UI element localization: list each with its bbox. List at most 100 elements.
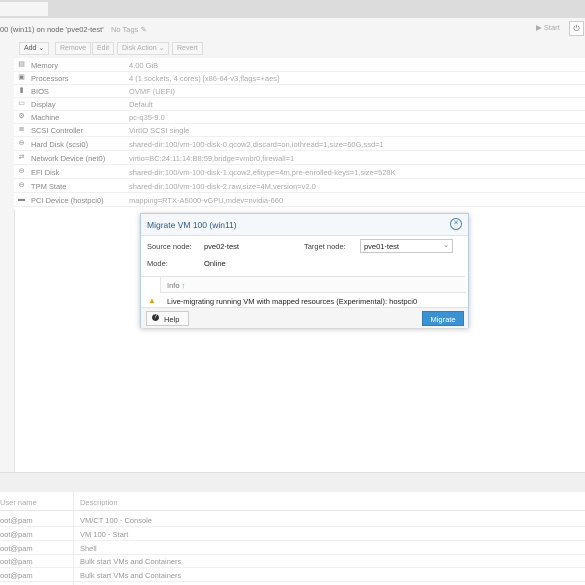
harddisk-icon: ⊖ [18, 168, 25, 175]
target-node-select[interactable]: pve01-test ⌄ [360, 239, 453, 253]
help-button[interactable]: ? Help [146, 311, 189, 326]
migrate-label: Migrate [430, 315, 456, 324]
pencil-icon: ✎ [140, 25, 147, 34]
dialog-title: Migrate VM 100 (win11) [147, 220, 237, 230]
task-user: oot@pam [0, 571, 33, 580]
task-log: User name Description oot@pam VM/CT 100 … [0, 492, 585, 585]
bios-icon: ▮ [19, 87, 24, 94]
revert-button[interactable]: Revert [172, 42, 203, 55]
disk-action-button[interactable]: Disk Action ⌄ [117, 42, 170, 55]
migrate-dialog: Migrate VM 100 (win11) ✕ Source node: pv… [140, 213, 469, 328]
edit-button[interactable]: Edit [92, 42, 115, 55]
table-row[interactable]: oot@pam Bulk start VMs and Containers [0, 554, 585, 568]
task-description: Shell [80, 544, 97, 553]
table-row[interactable]: oot@pam VM/CT 100 - Console [0, 513, 585, 527]
sort-ascending-icon: ↑ [181, 281, 186, 290]
hardware-key: Display [31, 100, 56, 109]
hardware-value: shared-dir:100/vm-100-disk-2.raw,size=4M… [129, 182, 316, 191]
hardware-key: Hard Disk (scsi0) [31, 140, 89, 149]
info-header-label: Info [167, 281, 180, 290]
start-button[interactable]: ▶ Start [536, 23, 560, 32]
panel-splitter[interactable] [0, 472, 585, 493]
vm-title-bar: 00 (win11) on node 'pve02-test' No Tags … [0, 18, 585, 41]
hardware-value: Default [129, 100, 153, 109]
remove-button[interactable]: Remove [55, 42, 92, 55]
hardware-list: ▤ Memory 4.00 GiB ▣ Processors 4 (1 sock… [14, 58, 585, 210]
hardware-value: shared-dir:100/vm-100-disk-1.qcow2,efity… [129, 168, 396, 177]
hardware-value: OVMF (UEFI) [129, 87, 175, 96]
warning-icon: ▲ [148, 296, 156, 305]
power-icon[interactable]: ⏻ [569, 21, 584, 36]
chevron-down-icon: ⌄ [443, 242, 449, 249]
hardware-row-processors[interactable]: ▣ Processors 4 (1 sockets, 4 cores) [x86… [14, 72, 585, 85]
info-message: Live-migrating running VM with mapped re… [167, 297, 418, 306]
table-row[interactable]: oot@pam Shell [0, 541, 585, 555]
hardware-row-machine[interactable]: ⚙ Machine pc-q35-9.0 [14, 111, 585, 124]
migrate-button[interactable]: Migrate [422, 311, 464, 326]
mode-label: Mode: [147, 259, 168, 268]
mode-value: Online [204, 259, 226, 268]
gears-icon: ⚙ [18, 113, 25, 120]
cpu-icon: ▣ [18, 74, 25, 81]
target-node-value: pve01-test [364, 242, 400, 251]
hardware-row-memory[interactable]: ▤ Memory 4.00 GiB [14, 59, 585, 72]
hardware-row-tpm-state[interactable]: ⊖ TPM State shared-dir:100/vm-100-disk-2… [14, 180, 585, 193]
top-bar [0, 0, 585, 18]
column-header-user[interactable]: User name [0, 498, 37, 507]
hardware-value: shared-dir:100/vm-100-disk-0.qcow2,disca… [129, 140, 384, 149]
hardware-value: VirtIO SCSI single [129, 126, 190, 135]
help-label: Help [164, 315, 180, 324]
hardware-value: 4.00 GiB [129, 61, 159, 70]
dialog-header[interactable]: Migrate VM 100 (win11) ✕ [141, 214, 468, 236]
hardware-row-efi-disk[interactable]: ⊖ EFI Disk shared-dir:100/vm-100-disk-1.… [14, 166, 585, 179]
table-row[interactable]: oot@pam VM 100 - Start [0, 527, 585, 541]
hardware-toolbar: Add ⌄ Remove Edit Disk Action ⌄ Revert [0, 40, 585, 57]
hardware-value: pc-q35-9.0 [129, 113, 165, 122]
vm-title: 00 (win11) on node 'pve02-test' [0, 25, 104, 34]
tags-label: No Tags [111, 25, 139, 34]
add-label: Add [24, 45, 37, 52]
hardware-row-network[interactable]: ⇄ Network Device (net0) virtio=BC:24:11:… [14, 152, 585, 165]
hardware-key: BIOS [31, 87, 49, 96]
column-header-description[interactable]: Description [80, 498, 118, 507]
harddisk-icon: ⊖ [18, 140, 25, 147]
hardware-row-hard-disk[interactable]: ⊖ Hard Disk (scsi0) shared-dir:100/vm-10… [14, 138, 585, 151]
hardware-row-pci-device[interactable]: ▬ PCI Device (hostpci0) mapping=RTX-A500… [14, 194, 585, 207]
task-user: oot@pam [0, 530, 33, 539]
task-description: Bulk start VMs and Containers [80, 571, 182, 580]
task-description: VM 100 - Start [80, 530, 129, 539]
memory-icon: ▤ [18, 61, 25, 68]
info-row: ▲ Live-migrating running VM with mapped … [141, 293, 465, 307]
info-column-header[interactable]: Info ↑ [160, 277, 466, 293]
source-node-value: pve02-test [204, 242, 240, 251]
chevron-down-icon: ⌄ [38, 45, 45, 52]
task-description: Bulk start VMs and Containers [80, 557, 182, 566]
hardware-value: mapping=RTX-A5000-vGPU,mdev=nvidia-660 [129, 196, 284, 205]
network-icon: ⇄ [18, 154, 25, 161]
pci-icon: ▬ [18, 196, 25, 203]
add-button[interactable]: Add ⌄ [19, 42, 50, 55]
task-user: oot@pam [0, 544, 33, 553]
top-tab[interactable] [0, 2, 48, 16]
source-node-label: Source node: [147, 242, 192, 251]
hardware-value: virtio=BC:24:11:14:B8:59,bridge=vmbr0,fi… [129, 154, 295, 163]
hardware-row-scsi-controller[interactable]: ≣ SCSI Controller VirtIO SCSI single [14, 124, 585, 137]
hardware-row-bios[interactable]: ▮ BIOS OVMF (UEFI) [14, 85, 585, 98]
close-icon[interactable]: ✕ [450, 218, 462, 230]
hardware-key: Memory [31, 61, 59, 70]
question-icon: ? [152, 314, 159, 321]
hardware-row-display[interactable]: ▭ Display Default [14, 98, 585, 111]
info-grid: Info ↑ ▲ Live-migrating running VM with … [141, 276, 466, 309]
dialog-footer: ? Help Migrate [141, 307, 468, 328]
task-log-header: User name Description [0, 492, 585, 511]
target-node-label: Target node: [304, 242, 346, 251]
hardware-key: TPM State [31, 182, 67, 191]
task-description: VM/CT 100 - Console [80, 516, 152, 525]
table-row[interactable]: oot@pam Bulk start VMs and Containers [0, 568, 585, 582]
database-icon: ≣ [18, 126, 25, 133]
chevron-down-icon: ⌄ [158, 45, 165, 52]
tags-editor[interactable]: No Tags ✎ [111, 25, 147, 34]
task-user: oot@pam [0, 557, 33, 566]
hardware-key: Processors [31, 74, 69, 83]
hardware-key: PCI Device (hostpci0) [31, 196, 104, 205]
